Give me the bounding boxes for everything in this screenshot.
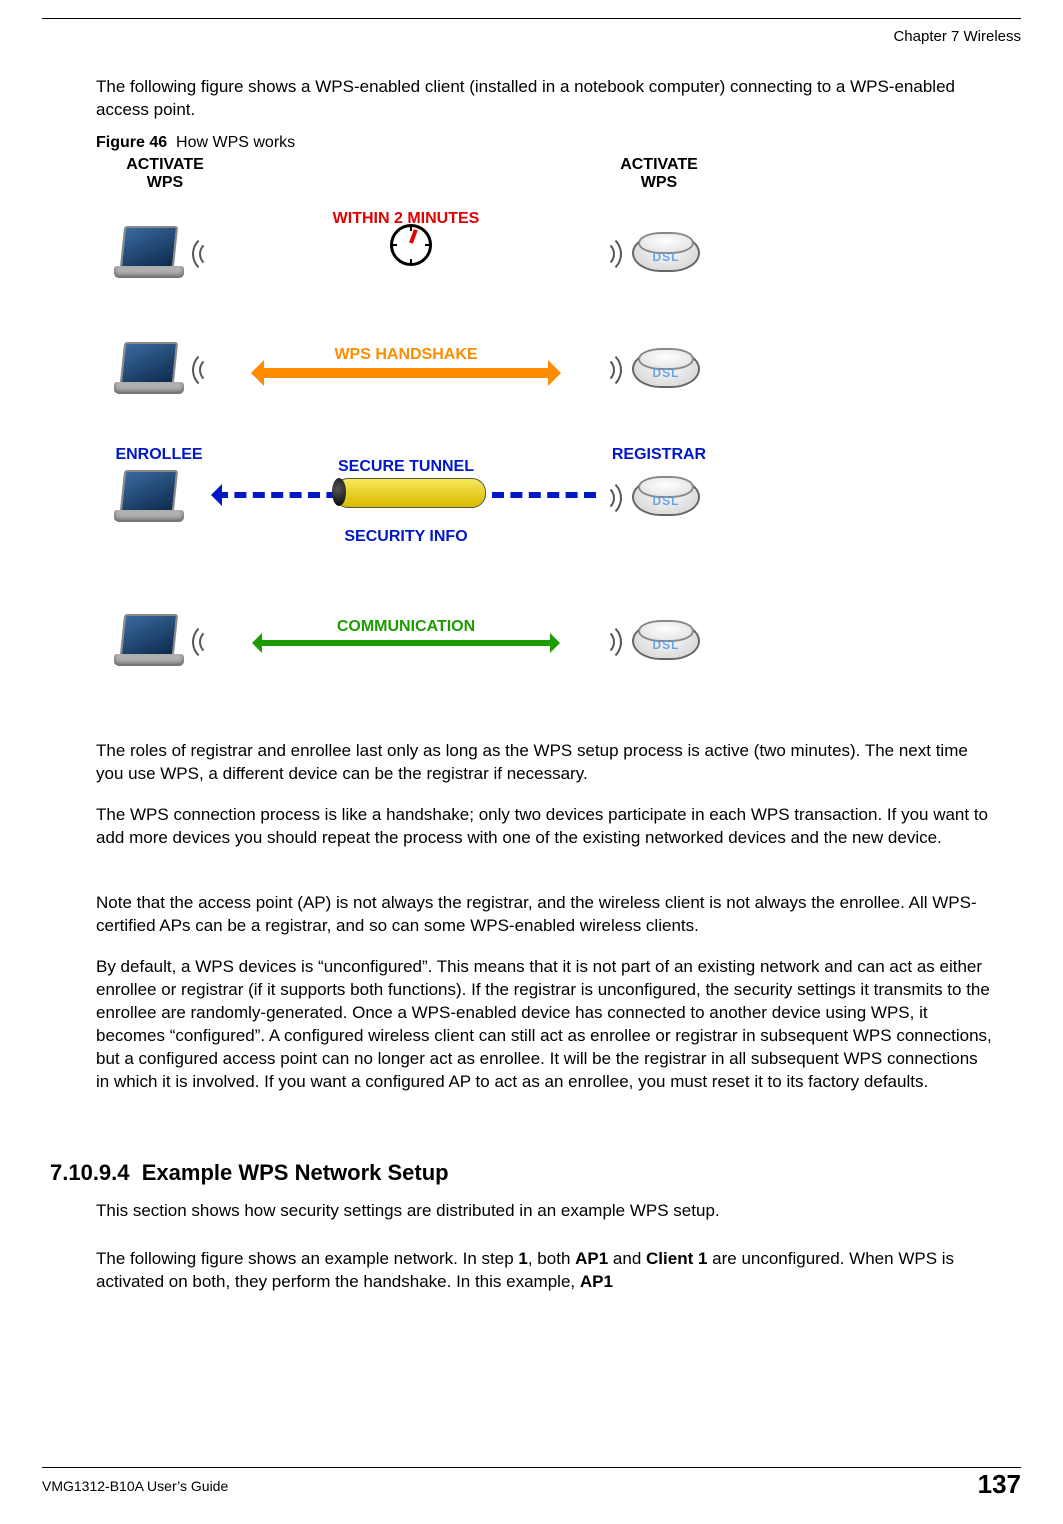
section-number: 7.10.9.4 bbox=[50, 1160, 130, 1185]
router-icon: DSL bbox=[632, 234, 700, 272]
paragraph: This section shows how security settings… bbox=[96, 1200, 995, 1223]
figure-caption-title: How WPS works bbox=[176, 134, 295, 151]
rule-bottom bbox=[42, 1467, 1021, 1468]
section-heading: 7.10.9.4 Example WPS Network Setup bbox=[50, 1160, 449, 1186]
label-comm: COMMUNICATION bbox=[306, 618, 506, 636]
page: Chapter 7 Wireless The following figure … bbox=[0, 0, 1063, 1524]
router-dsl-text: DSL bbox=[632, 250, 700, 264]
label-tunnel: SECURE TUNNEL bbox=[306, 458, 506, 476]
router-icon: DSL bbox=[632, 622, 700, 660]
router-dsl-text: DSL bbox=[632, 494, 700, 508]
router-dsl-text: DSL bbox=[632, 366, 700, 380]
text: , both bbox=[528, 1249, 575, 1268]
wifi-left-icon bbox=[200, 348, 234, 388]
footer-guide: VMG1312-B10A User’s Guide bbox=[42, 1478, 228, 1494]
paragraph: The roles of registrar and enrollee last… bbox=[96, 740, 995, 786]
wifi-right-icon bbox=[576, 348, 610, 388]
intro-text: The following figure shows a WPS-enabled… bbox=[96, 76, 995, 122]
text: The following figure shows an example ne… bbox=[96, 1249, 518, 1268]
router-dsl-text: DSL bbox=[632, 638, 700, 652]
laptop-icon bbox=[114, 616, 184, 666]
laptop-icon bbox=[114, 228, 184, 278]
wifi-left-icon bbox=[200, 620, 234, 660]
step-bold: 1 bbox=[518, 1249, 527, 1268]
clock-icon bbox=[390, 224, 432, 266]
handshake-arrow bbox=[256, 368, 556, 378]
page-number: 137 bbox=[978, 1469, 1021, 1500]
figure-caption-label: Figure 46 bbox=[96, 134, 167, 151]
wifi-right-icon bbox=[576, 232, 610, 272]
figure-diagram: ACTIVATE WPS ACTIVATE WPS WITHIN 2 MINUT… bbox=[96, 156, 728, 726]
laptop-icon bbox=[114, 472, 184, 522]
label-registrar: REGISTRAR bbox=[604, 446, 714, 464]
chapter-header: Chapter 7 Wireless bbox=[893, 28, 1021, 45]
ap1b-bold: AP1 bbox=[580, 1272, 613, 1291]
section-title: Example WPS Network Setup bbox=[142, 1160, 449, 1185]
wifi-right-icon bbox=[576, 476, 610, 516]
paragraph: By default, a WPS devices is “unconfigur… bbox=[96, 956, 995, 1094]
wifi-right-icon bbox=[576, 620, 610, 660]
client1-bold: Client 1 bbox=[646, 1249, 707, 1268]
paragraph: The following figure shows an example ne… bbox=[96, 1248, 995, 1294]
label-activate-right: ACTIVATE WPS bbox=[604, 156, 714, 192]
wifi-left-icon bbox=[200, 232, 234, 272]
laptop-icon bbox=[114, 344, 184, 394]
tunnel-cylinder-icon bbox=[334, 478, 486, 508]
label-enrollee: ENROLLEE bbox=[104, 446, 214, 464]
label-handshake: WPS HANDSHAKE bbox=[306, 346, 506, 364]
ap1-bold: AP1 bbox=[575, 1249, 608, 1268]
router-icon: DSL bbox=[632, 350, 700, 388]
label-activate-left: ACTIVATE WPS bbox=[110, 156, 220, 192]
paragraph: The WPS connection process is like a han… bbox=[96, 804, 995, 850]
text: and bbox=[608, 1249, 646, 1268]
rule-top bbox=[42, 18, 1021, 19]
label-secinfo: SECURITY INFO bbox=[306, 528, 506, 546]
figure-caption: Figure 46 How WPS works bbox=[96, 134, 295, 152]
router-icon: DSL bbox=[632, 478, 700, 516]
paragraph: Note that the access point (AP) is not a… bbox=[96, 892, 995, 938]
communication-arrow bbox=[256, 640, 556, 646]
